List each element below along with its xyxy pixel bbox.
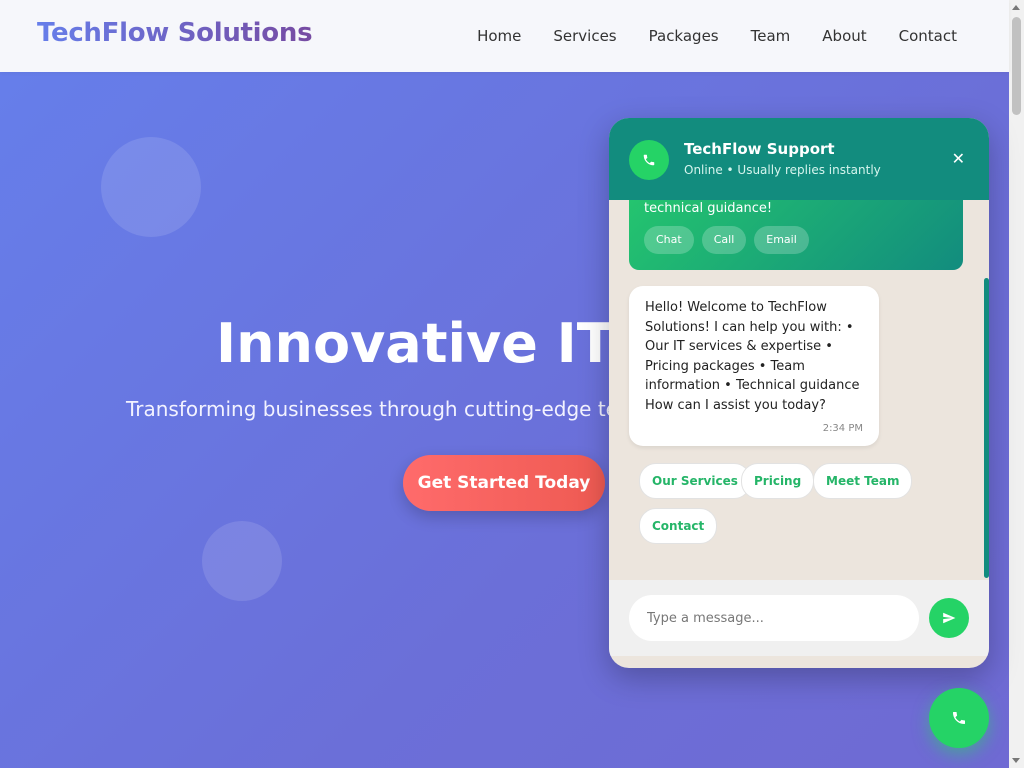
send-icon bbox=[943, 612, 956, 624]
chat-widget: TechFlow Support Online • Usually replie… bbox=[609, 118, 989, 668]
phone-icon bbox=[953, 712, 965, 724]
chip-call[interactable]: Call bbox=[701, 226, 747, 254]
get-started-button[interactable]: Get Started Today bbox=[403, 455, 605, 511]
hero-subtitle: Transforming businesses through cutting-… bbox=[126, 397, 655, 421]
page-scrollbar[interactable] bbox=[1009, 0, 1024, 768]
chat-header: TechFlow Support Online • Usually replie… bbox=[609, 118, 989, 200]
main-nav: Home Services Packages Team About Contac… bbox=[445, 26, 957, 46]
chat-messages[interactable]: technical guidance! Chat Call Email Hell… bbox=[609, 200, 989, 580]
scroll-down-arrow-icon[interactable] bbox=[1012, 758, 1020, 763]
nav-services[interactable]: Services bbox=[553, 26, 616, 46]
nav-contact[interactable]: Contact bbox=[899, 26, 957, 46]
send-button[interactable] bbox=[929, 598, 969, 638]
close-icon[interactable]: ✕ bbox=[952, 151, 965, 167]
brand-logo[interactable]: TechFlow Solutions bbox=[37, 18, 313, 48]
contact-options-card: technical guidance! Chat Call Email bbox=[629, 200, 963, 270]
chat-input-bar bbox=[609, 580, 989, 656]
bot-message-bubble: Hello! Welcome to TechFlow Solutions! I … bbox=[629, 286, 879, 446]
chip-email[interactable]: Email bbox=[754, 226, 809, 254]
decor-circle-top bbox=[101, 137, 201, 237]
nav-about[interactable]: About bbox=[822, 26, 866, 46]
quick-reply-services[interactable]: Our Services bbox=[639, 463, 751, 499]
chip-chat[interactable]: Chat bbox=[644, 226, 694, 254]
quick-reply-team[interactable]: Meet Team bbox=[813, 463, 913, 499]
message-timestamp: 2:34 PM bbox=[822, 423, 863, 434]
nav-packages[interactable]: Packages bbox=[649, 26, 719, 46]
scroll-up-arrow-icon[interactable] bbox=[1012, 5, 1020, 10]
chat-status: Online • Usually replies instantly bbox=[684, 163, 881, 177]
message-input[interactable] bbox=[629, 595, 919, 641]
promo-text: technical guidance! bbox=[644, 201, 773, 216]
nav-team[interactable]: Team bbox=[751, 26, 791, 46]
decor-circle-bottom bbox=[202, 521, 282, 601]
bot-message-text: Hello! Welcome to TechFlow Solutions! I … bbox=[645, 300, 860, 413]
chat-title: TechFlow Support bbox=[684, 140, 835, 158]
phone-icon bbox=[643, 154, 655, 166]
chat-scrollbar[interactable] bbox=[984, 278, 989, 578]
quick-reply-contact[interactable]: Contact bbox=[639, 508, 718, 544]
quick-reply-pricing[interactable]: Pricing bbox=[741, 463, 815, 499]
chat-launcher-button[interactable] bbox=[929, 688, 989, 748]
contact-chips: Chat Call Email bbox=[644, 226, 809, 254]
scrollbar-thumb[interactable] bbox=[1012, 17, 1021, 115]
support-avatar bbox=[629, 140, 669, 180]
site-header: TechFlow Solutions Home Services Package… bbox=[0, 0, 1009, 72]
nav-home[interactable]: Home bbox=[477, 26, 521, 46]
